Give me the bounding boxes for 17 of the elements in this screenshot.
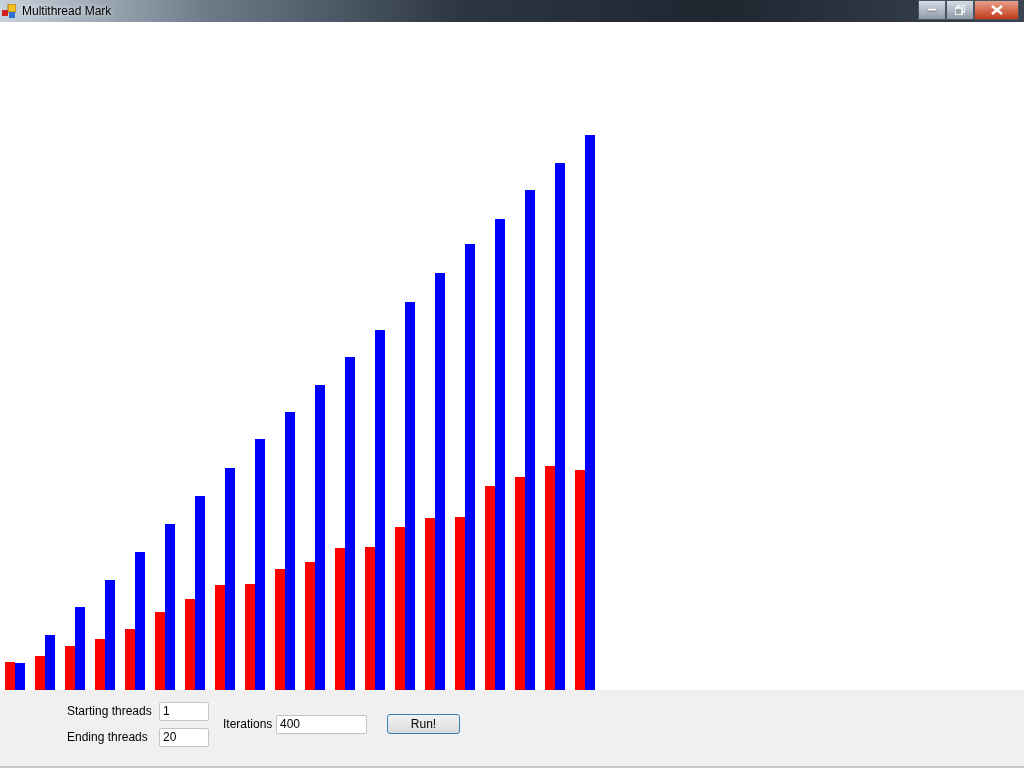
minimize-icon	[927, 8, 937, 12]
field-label: Starting threads	[67, 704, 153, 718]
restore-icon	[955, 5, 965, 15]
input-field[interactable]: 400	[276, 714, 367, 734]
bar	[5, 662, 15, 690]
run-button[interactable]: Run!	[387, 714, 460, 734]
input-field[interactable]: 1	[159, 701, 209, 721]
minimize-button[interactable]	[918, 0, 946, 20]
field-label: Ending threads	[67, 730, 149, 744]
restore-button[interactable]	[946, 0, 974, 20]
field-label: Iterations	[223, 717, 274, 731]
app-icon	[2, 4, 16, 18]
window-title: Multithread Mark	[22, 4, 112, 18]
bar	[15, 663, 25, 690]
close-button[interactable]	[974, 0, 1019, 20]
input-field[interactable]: 20	[159, 727, 209, 747]
close-icon	[990, 5, 1003, 15]
